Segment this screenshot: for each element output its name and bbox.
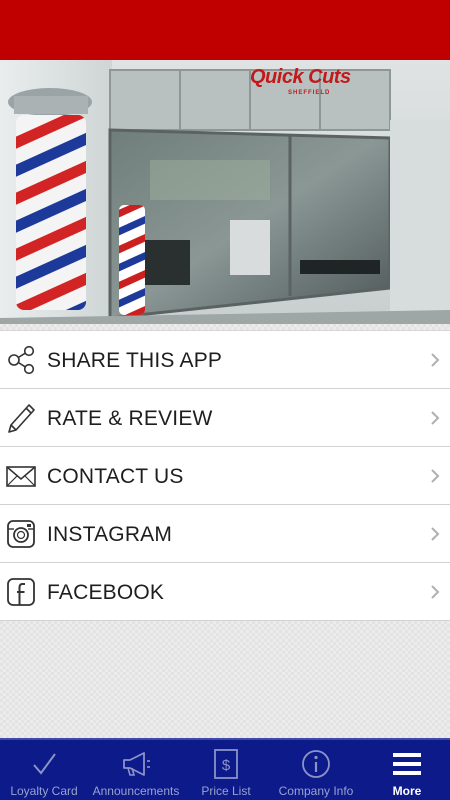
facebook-icon [7,578,35,606]
chevron-right-icon [431,353,440,367]
menu-item-label: CONTACT US [47,465,184,488]
menu-item-label: SHARE THIS APP [47,349,223,372]
tab-price-list[interactable]: $ Price List [184,740,268,800]
menu-item-rate-review[interactable]: RATE & REVIEW [0,389,450,447]
tab-label: Loyalty Card [10,784,78,798]
menu-item-facebook[interactable]: FACEBOOK [0,563,450,621]
chevron-right-icon [431,527,440,541]
tab-label: Announcements [92,784,180,798]
megaphone-icon [123,752,150,776]
hamburger-icon [393,753,421,775]
tab-label: Company Info [278,784,354,798]
envelope-icon [6,466,36,487]
pencil-icon [8,404,35,433]
tab-company-info[interactable]: Company Info [268,740,364,800]
menu-item-share-app[interactable]: SHARE THIS APP [0,331,450,389]
chevron-right-icon [431,585,440,599]
tab-label: More [392,784,422,798]
more-menu-list: SHARE THIS APP RATE & REVIEW CONTACT US [0,330,450,621]
tab-label: Price List [201,784,251,798]
shop-sign: Quick Cuts [250,66,351,88]
tab-more[interactable]: More [364,740,450,800]
bottom-tab-bar: Loyalty Card Announcements $ Price List … [0,738,450,800]
menu-item-contact-us[interactable]: CONTACT US [0,447,450,505]
checkmark-icon [33,753,56,775]
shop-sign-sub: SHEFFIELD [288,90,331,96]
menu-item-label: INSTAGRAM [47,523,173,546]
info-icon [302,750,330,778]
chevron-right-icon [431,469,440,483]
chevron-right-icon [431,411,440,425]
top-header-bar [0,0,450,60]
menu-item-label: RATE & REVIEW [47,407,213,430]
menu-item-label: FACEBOOK [47,581,165,604]
instagram-icon [7,520,35,548]
share-icon [8,345,35,375]
tab-loyalty-card[interactable]: Loyalty Card [0,740,88,800]
dollar-icon: $ [214,749,238,779]
hero-shop-image: Quick Cuts SHEFFIELD [0,60,450,324]
menu-item-instagram[interactable]: INSTAGRAM [0,505,450,563]
tab-announcements[interactable]: Announcements [88,740,184,800]
svg-text:$: $ [222,757,231,774]
